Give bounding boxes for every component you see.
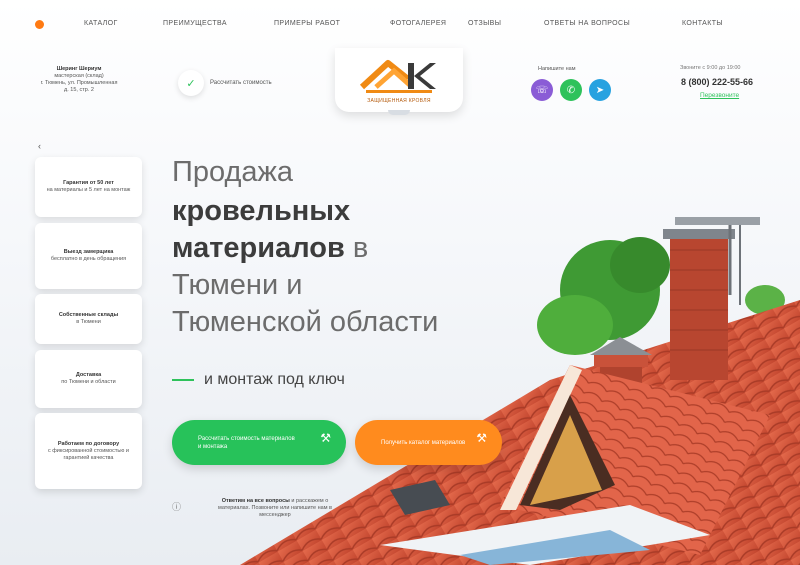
address-title: Шеринг Шериум — [56, 66, 102, 72]
whatsapp-icon[interactable]: ✆ — [560, 79, 582, 101]
chevron-left-icon[interactable]: ‹ — [38, 141, 41, 151]
nav-item-faq[interactable]: ОТВЕТЫ НА ВОПРОСЫ — [544, 20, 630, 27]
side-card-text: с фиксированной стоимостью и гарантией к… — [48, 447, 129, 461]
contact-note-title: Ответим на все вопросы — [221, 498, 290, 504]
contact-note: Ответим на все вопросы и расскажем о мат… — [205, 498, 345, 519]
hero-line-3: материалов в — [172, 231, 368, 265]
wrench-icon: ⚒ — [320, 431, 331, 445]
hero-subtitle: и монтаж под ключ — [204, 371, 345, 388]
side-card-text: в Тюмени — [76, 319, 101, 325]
address-line-1: мастерская (склад) — [54, 73, 104, 79]
nav-item-advantages[interactable]: ПРЕИМУЩЕСТВА — [163, 20, 227, 27]
telegram-icon[interactable]: ➤ — [589, 79, 611, 101]
phone-number[interactable]: 8 (800) 222-55-66 — [681, 77, 753, 87]
side-card: Собственные склады в Тюмени — [35, 294, 142, 344]
calculate-cost-button[interactable]: Рассчитать стоимость материалов и монтаж… — [172, 420, 346, 465]
calculate-cost-label: Рассчитать стоимость материалов и монтаж… — [198, 435, 295, 450]
side-card-text: на материалы и 5 лет на монтаж — [46, 187, 131, 193]
side-card: Работаем по договору с фиксированной сто… — [35, 413, 142, 489]
get-catalog-button[interactable]: Получить каталог материалов ⚒ — [355, 420, 502, 465]
nav-item-reviews[interactable]: ОТЗЫВЫ — [468, 20, 501, 27]
hero-line-3-rest: в — [344, 232, 369, 264]
hero-line-4: Тюмени и — [172, 269, 303, 301]
logo-tab — [388, 110, 410, 115]
nav-item-catalog[interactable]: КАТАЛОГ — [84, 20, 118, 27]
side-card-text: по Тюмени и области — [61, 379, 116, 385]
nav-item-gallery[interactable]: ФОТОГАЛЕРЕЯ — [390, 20, 446, 27]
nav-item-contacts[interactable]: КОНТАКТЫ — [682, 20, 723, 27]
side-card: Гарантия от 50 лет на материалы и 5 лет … — [35, 157, 142, 217]
check-icon[interactable]: ✓ — [178, 70, 204, 96]
address-line-3: д. 15, стр. 2 — [64, 87, 94, 93]
calc-label[interactable]: Рассчитать стоимость — [210, 80, 272, 86]
side-card-title: Выезд замерщика — [63, 249, 114, 255]
side-card-title: Собственные склады — [58, 312, 119, 318]
logo-mark-icon — [359, 59, 436, 93]
hero-line-2-bold: кровельных — [172, 195, 351, 227]
address-block: Шеринг Шериум мастерская (склад) г. Тюме… — [34, 66, 124, 94]
phone-label: Звоните с 9:00 до 19:00 — [680, 65, 741, 71]
hero-line-1: Продажа — [172, 156, 294, 188]
top-nav: КАТАЛОГ ПРЕИМУЩЕСТВА ПРИМЕРЫ РАБОТ ФОТОГ… — [0, 0, 800, 48]
callback-link[interactable]: Перезвоните — [700, 92, 739, 99]
messenger-icons: ☏ ✆ ➤ — [531, 79, 611, 101]
nav-item-works[interactable]: ПРИМЕРЫ РАБОТ — [274, 20, 340, 27]
info-icon: ⓘ — [172, 502, 182, 512]
messengers-label: Напишите нам — [538, 66, 576, 72]
side-card-title: Гарантия от 50 лет — [63, 180, 114, 186]
logo[interactable]: ЗАЩИЩЕННАЯ КРОВЛЯ — [335, 48, 463, 112]
subtitle-dash — [172, 379, 194, 381]
viber-icon[interactable]: ☏ — [531, 79, 553, 101]
side-card-title: Доставка — [75, 372, 102, 378]
side-card-text: бесплатно в день обращения — [50, 256, 127, 262]
hero-line-5: Тюменской области — [172, 306, 439, 338]
calc-link[interactable]: ✓ Рассчитать стоимость — [178, 70, 272, 96]
wrench-icon: ⚒ — [476, 431, 487, 445]
address-line-2: г. Тюмень, ул. Промышленная — [40, 80, 118, 86]
logo-subtitle: ЗАЩИЩЕННАЯ КРОВЛЯ — [367, 97, 431, 104]
hero-line-3-bold: материалов — [172, 232, 345, 264]
side-card: Доставка по Тюмени и области — [35, 350, 142, 408]
get-catalog-label: Получить каталог материалов — [381, 439, 466, 446]
nav-accent-dot — [35, 20, 44, 29]
hero-line-2: кровельных — [172, 194, 350, 228]
side-card: Выезд замерщика бесплатно в день обращен… — [35, 223, 142, 289]
side-card-title: Работаем по договору — [57, 440, 120, 447]
